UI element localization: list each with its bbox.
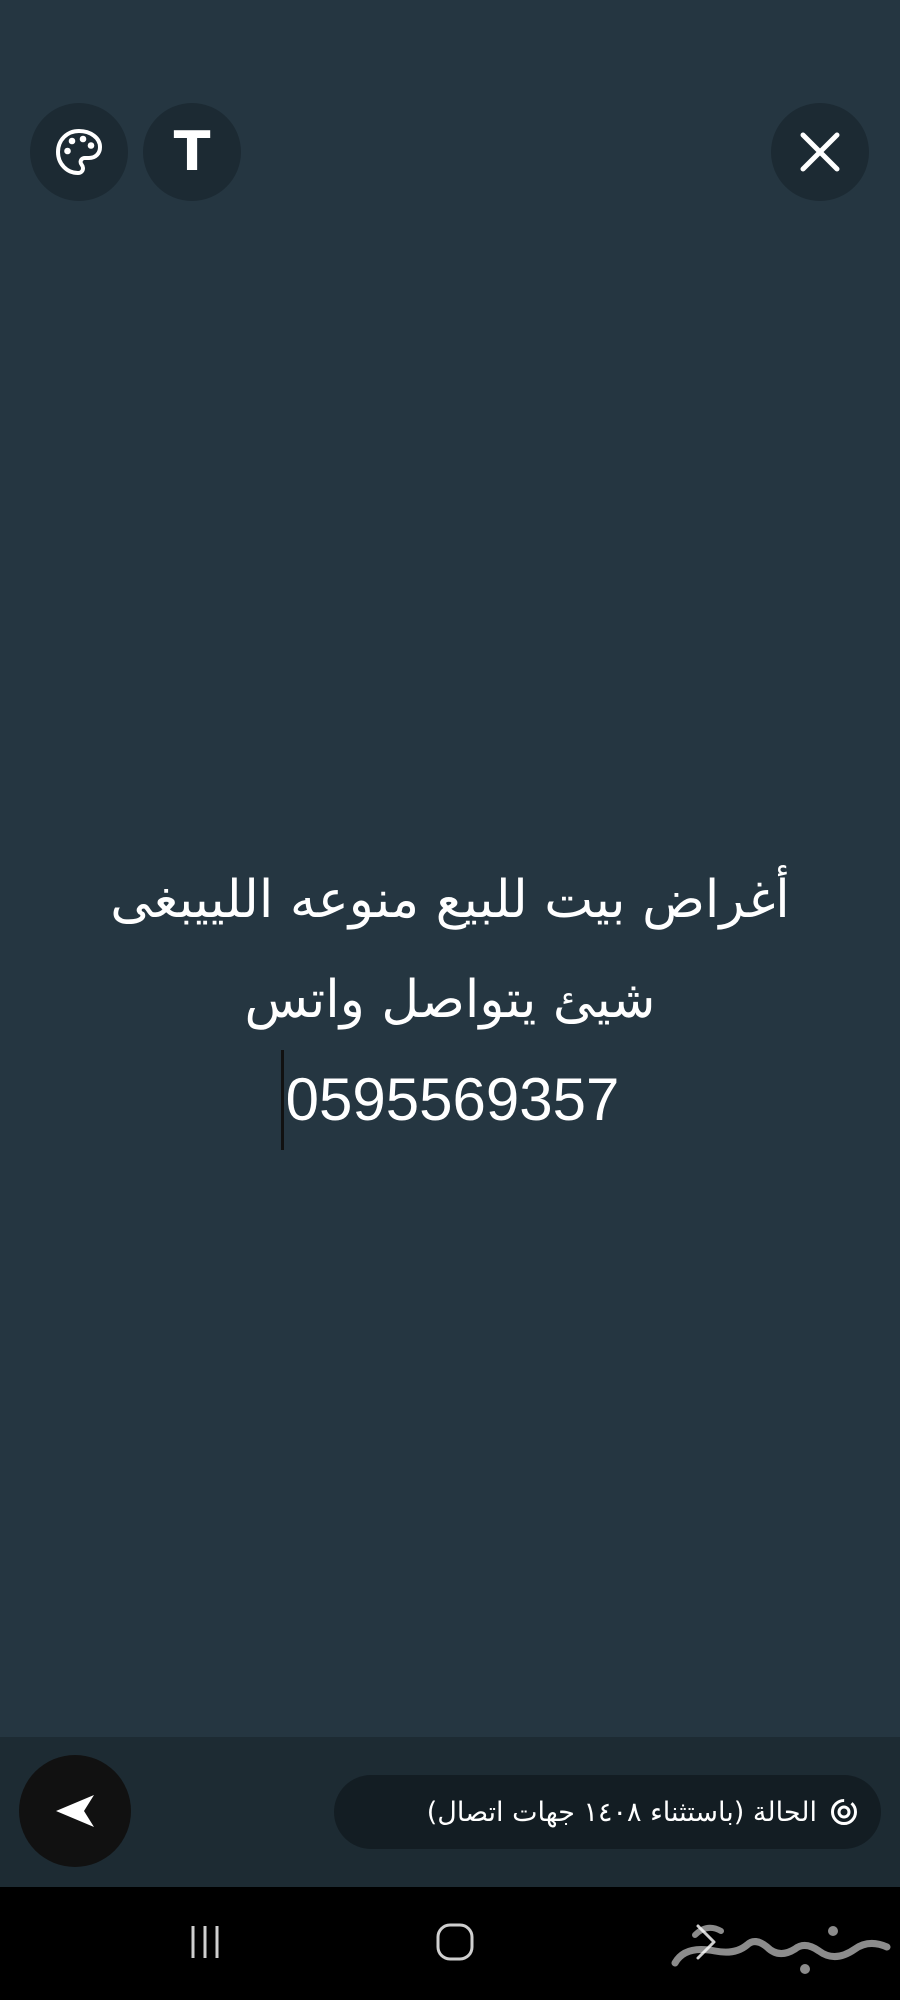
status-text-phone: 0595569357 xyxy=(280,1050,619,1150)
status-privacy-label: الحالة (باستثناء ١٤٠٨ جهات اتصال) xyxy=(426,1796,817,1828)
home-button[interactable] xyxy=(420,1907,490,1977)
palette-icon xyxy=(55,128,103,176)
haraj-watermark-logo xyxy=(671,1924,891,1974)
status-text-input[interactable]: أغراض بيت للبيع منوعه اللييبغى شيئ يتواص… xyxy=(0,850,900,1150)
status-canvas[interactable]: T أغراض بيت للبيع منوعه اللييبغى شيئ يتو… xyxy=(0,0,900,1737)
home-icon xyxy=(436,1923,474,1961)
bottom-action-bar: الحالة (باستثناء ١٤٠٨ جهات اتصال) xyxy=(0,1737,900,1887)
status-privacy-selector[interactable]: الحالة (باستثناء ١٤٠٨ جهات اتصال) xyxy=(334,1775,881,1849)
close-icon xyxy=(800,132,840,172)
close-button[interactable] xyxy=(771,103,869,201)
send-button[interactable] xyxy=(19,1755,131,1867)
status-icon xyxy=(831,1799,857,1825)
send-icon xyxy=(56,1795,94,1827)
recents-icon xyxy=(191,1926,219,1958)
status-text-line-2: شيئ يتواصل واتس xyxy=(244,970,656,1030)
text-style-button[interactable]: T xyxy=(143,103,241,201)
recents-button[interactable] xyxy=(170,1907,240,1977)
palette-button[interactable] xyxy=(30,103,128,201)
text-style-icon: T xyxy=(173,120,211,183)
status-editor-screen: T أغراض بيت للبيع منوعه اللييبغى شيئ يتو… xyxy=(0,0,900,2000)
status-text-line-1: أغراض بيت للبيع منوعه اللييبغى xyxy=(110,870,790,930)
